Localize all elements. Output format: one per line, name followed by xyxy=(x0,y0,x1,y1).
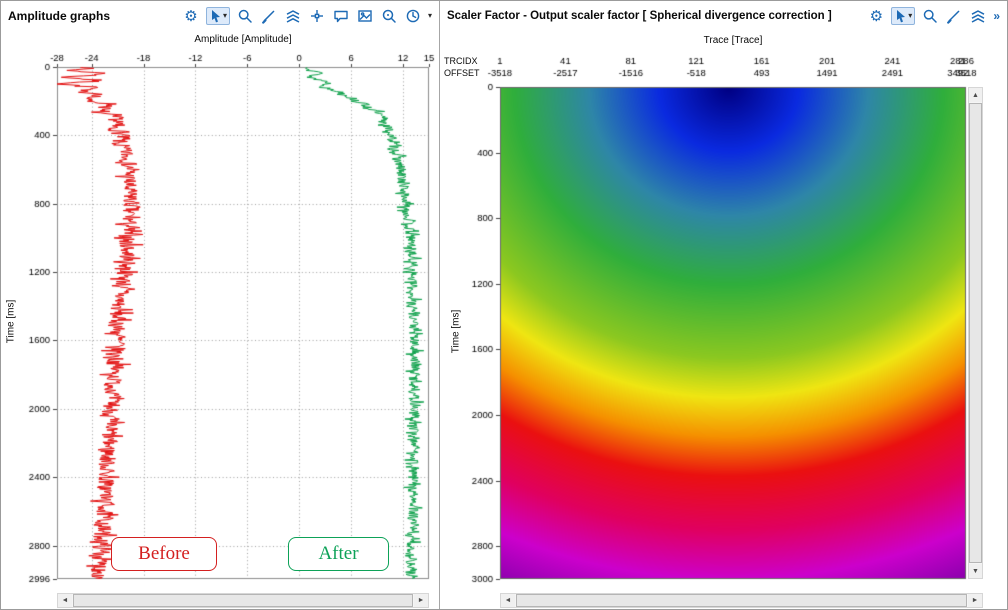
draw-icon[interactable] xyxy=(945,7,963,25)
crosshair-icon[interactable] xyxy=(308,7,326,25)
legend-after: After xyxy=(288,537,389,571)
scroll-left-button[interactable]: ◄ xyxy=(501,594,515,607)
scroll-right-button[interactable]: ► xyxy=(414,594,428,607)
scrollbar-track[interactable] xyxy=(969,102,982,564)
right-horizontal-scrollbar[interactable]: ◄ ► xyxy=(500,593,983,608)
caret-down-icon[interactable]: ▾ xyxy=(908,12,912,20)
scaler-chart-canvas[interactable] xyxy=(440,31,1008,594)
scroll-left-button[interactable]: ◄ xyxy=(58,594,72,607)
amplitude-chart-canvas[interactable] xyxy=(1,31,439,594)
scroll-up-button[interactable]: ▲ xyxy=(969,88,982,102)
scaler-factor-panel: Scaler Factor - Output scaler factor [ S… xyxy=(440,1,1007,609)
scrollbar-track[interactable] xyxy=(72,594,414,607)
pointer-icon xyxy=(209,9,222,23)
scroll-right-button[interactable]: ► xyxy=(968,594,982,607)
right-vertical-scrollbar[interactable]: ▲ ▼ xyxy=(968,87,983,579)
legend-before-label: Before xyxy=(138,543,190,565)
scroll-down-button[interactable]: ▼ xyxy=(969,564,982,578)
left-toolbar: ⚙ ▾ xyxy=(182,7,432,25)
right-panel-title: Scaler Factor - Output scaler factor [ S… xyxy=(447,10,832,22)
right-toolbar: ⚙ ▾ » xyxy=(867,7,1000,25)
scaler-chart-region: Trace [Trace] TRCIDX OFFSET Time [ms] ▲ … xyxy=(440,31,1007,609)
scrollbar-thumb[interactable] xyxy=(73,594,413,607)
select-mode-button[interactable]: ▾ xyxy=(206,7,230,25)
time-axis-label: Time [ms] xyxy=(6,292,17,352)
zoom-icon[interactable] xyxy=(921,7,939,25)
trace-axis-title: Trace [Trace] xyxy=(500,35,966,46)
caret-down-icon[interactable]: ▾ xyxy=(428,12,432,20)
left-panel-title: Amplitude graphs xyxy=(8,9,110,23)
amplitude-axis-title: Amplitude [Amplitude] xyxy=(57,34,429,45)
export-image-icon[interactable] xyxy=(356,7,374,25)
amplitude-chart-region: Amplitude [Amplitude] Time [ms] Before A… xyxy=(1,31,439,609)
settings-icon[interactable]: ⚙ xyxy=(867,7,885,25)
offset-row-label: OFFSET xyxy=(444,68,480,78)
left-horizontal-scrollbar[interactable]: ◄ ► xyxy=(57,593,429,608)
draw-icon[interactable] xyxy=(260,7,278,25)
right-titlebar: Scaler Factor - Output scaler factor [ S… xyxy=(440,1,1007,31)
scrollbar-track[interactable] xyxy=(515,594,968,607)
caret-down-icon[interactable]: ▾ xyxy=(223,12,227,20)
layers-icon[interactable] xyxy=(284,7,302,25)
toolbar-overflow-icon[interactable]: » xyxy=(993,9,1000,23)
left-titlebar: Amplitude graphs ⚙ ▾ xyxy=(1,1,439,31)
zoom-point-icon[interactable] xyxy=(380,7,398,25)
time-axis-label: Time [ms] xyxy=(451,302,462,362)
scrollbar-thumb[interactable] xyxy=(516,594,967,607)
trcidx-row-label: TRCIDX xyxy=(444,56,478,66)
scrollbar-thumb[interactable] xyxy=(969,103,982,563)
amplitude-graphs-panel: Amplitude graphs ⚙ ▾ xyxy=(1,1,440,609)
legend-after-label: After xyxy=(318,543,358,565)
legend-before: Before xyxy=(111,537,217,571)
select-mode-button[interactable]: ▾ xyxy=(891,7,915,25)
layers-icon[interactable] xyxy=(969,7,987,25)
comment-icon[interactable] xyxy=(332,7,350,25)
settings-icon[interactable]: ⚙ xyxy=(182,7,200,25)
pointer-icon xyxy=(894,9,907,23)
zoom-icon[interactable] xyxy=(236,7,254,25)
gauge-icon[interactable] xyxy=(404,7,422,25)
application-window: Amplitude graphs ⚙ ▾ xyxy=(0,0,1008,610)
